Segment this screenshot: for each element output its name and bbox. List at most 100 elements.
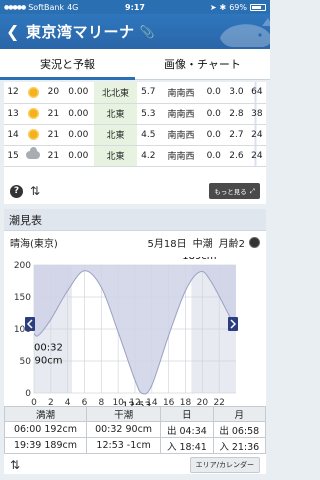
cell-wave-period: 2.8 (225, 103, 248, 125)
tide-table-header: 満潮 (4, 406, 87, 422)
sort-arrows-icon[interactable]: ⇅ (30, 184, 40, 198)
tab-bar: 実況と予報 画像・チャート (0, 49, 270, 80)
cell-wind-direction: 北東 (94, 124, 137, 146)
tide-table-cell: 出 04:34 (160, 421, 214, 438)
tide-table-cell: 19:39 189cm (4, 437, 87, 454)
tide-annotation-level: 189cm (182, 257, 216, 262)
tide-annotation-level: 192cm (67, 257, 101, 260)
cell-wind-direction: 北東 (94, 145, 137, 167)
cell-wave-height: 0.0 (202, 82, 226, 104)
cell-temp: 21 (44, 103, 63, 125)
y-tick-label: 200 (14, 261, 31, 271)
cell-last-value: 24 (247, 145, 266, 167)
y-tick-label: 150 (14, 293, 31, 303)
tide-annotation-time: 00:32 (34, 342, 63, 353)
cell-wind-direction: 北東 (94, 103, 137, 125)
cell-wave-period: 2.6 (225, 145, 248, 167)
forecast-card: 12 20 0.00 北北東 5.7 南南西 0.0 3.0 64 13 21 0.00 北東 5.3 南南… (4, 82, 266, 204)
cell-wave-period: 3.0 (225, 82, 248, 104)
tide-station: 晴海(東京) (10, 238, 58, 250)
tide-phase: 中潮 (192, 238, 213, 250)
cell-wave-direction: 南南西 (159, 82, 203, 104)
cell-weather-icon (22, 145, 45, 167)
more-label: もっと見る (214, 188, 247, 196)
tide-table-cell: 入 21:36 (212, 437, 267, 454)
cell-hour: 14 (4, 124, 23, 146)
tide-chart: 200150100500024681012141618202206:00192c… (14, 257, 238, 411)
tide-table-header: 日 (160, 406, 214, 422)
cell-weather-icon (22, 82, 45, 104)
tide-table-cell: 入 18:41 (160, 437, 214, 454)
paperclip-icon[interactable]: 📎 (140, 25, 155, 39)
forecast-row: 14 21 0.00 北東 4.5 南南西 0.0 2.7 24 (4, 124, 266, 146)
cell-hour: 13 (4, 103, 23, 125)
cell-wave-height: 0.0 (202, 145, 226, 167)
whale-logo-icon (220, 18, 270, 47)
forecast-row: 15 21 0.00 北東 4.2 南南西 0.0 2.6 24 (4, 145, 266, 167)
tide-info-row: 晴海(東京) 5月18日 中潮 月齢2 (4, 231, 266, 253)
sun-icon (26, 128, 40, 141)
status-bar: ●●●●● SoftBank 4G 9:17 ➤ ✱ 69% (0, 0, 270, 14)
forecast-row: 12 20 0.00 北北東 5.7 南南西 0.0 3.0 64 (4, 82, 266, 104)
cell-wind-speed: 4.5 (136, 124, 160, 146)
forecast-table: 12 20 0.00 北北東 5.7 南南西 0.0 3.0 64 13 21 0.00 北東 5.3 南南… (4, 82, 266, 167)
tide-sort-icon[interactable]: ⇅ (10, 458, 20, 472)
tide-table-cell: 00:32 90cm (85, 421, 162, 438)
cell-wave-direction: 南南西 (159, 103, 203, 125)
tide-table-header: 干潮 (85, 406, 162, 422)
cell-precip: 0.00 (62, 82, 95, 104)
tide-date: 5月18日 (147, 238, 187, 250)
app-header: ❮ 東京湾マリーナ 📎 (0, 14, 270, 49)
cell-temp: 20 (44, 82, 63, 104)
cell-precip: 0.00 (62, 103, 95, 125)
cloud-icon (26, 147, 41, 159)
tide-annotation-level: 90cm (34, 355, 62, 366)
chart-prev-button[interactable] (25, 317, 35, 331)
cell-last-value: 38 (247, 103, 266, 125)
help-icon[interactable]: ? (10, 184, 23, 198)
cell-last-value: 64 (247, 82, 266, 104)
tide-table-cell: 06:00 192cm (4, 421, 87, 438)
cell-wind-speed: 4.2 (136, 145, 160, 167)
sun-icon (26, 85, 40, 99)
tide-table: 満潮 干潮日月 06:00 192cm 00:32 90cm 出 04:34 出 06:… (4, 406, 267, 454)
cell-temp: 21 (44, 124, 63, 146)
chart-next-button[interactable] (228, 317, 238, 331)
cell-wave-direction: 南南西 (159, 145, 203, 167)
area-calendar-button[interactable]: エリア/カレンダー (189, 456, 260, 473)
cell-precip: 0.00 (62, 124, 95, 146)
y-tick-label: 50 (20, 357, 32, 367)
cell-temp: 21 (44, 145, 63, 167)
forecast-row: 13 21 0.00 北東 5.3 南南西 0.0 2.8 38 (4, 103, 266, 125)
cell-hour: 12 (4, 82, 23, 104)
tide-card: 潮見表 晴海(東京) 5月18日 中潮 月齢2 200 150 100 50 0 0 2 4 6… (4, 209, 267, 474)
cell-wind-speed: 5.3 (136, 103, 160, 125)
tab-forecast[interactable]: 実況と予報 (0, 49, 135, 80)
cell-wave-height: 0.0 (202, 124, 226, 146)
cell-weather-icon (22, 124, 45, 146)
cell-wave-height: 0.0 (202, 103, 226, 125)
battery-icon (250, 3, 266, 11)
moon-phase-icon (249, 236, 260, 248)
tab-images-charts[interactable]: 画像・チャート (135, 49, 270, 79)
cell-last-value: 24 (247, 124, 266, 146)
tide-section-title: 潮見表 (4, 209, 266, 231)
clock: 9:17 (125, 2, 145, 12)
cell-wave-period: 2.7 (225, 124, 248, 146)
cell-wave-direction: 南南西 (159, 124, 203, 146)
cell-weather-icon (22, 103, 45, 125)
cell-wind-direction: 北北東 (94, 82, 137, 104)
cell-hour: 15 (4, 145, 23, 167)
tide-table-cell: 出 06:58 (212, 421, 267, 438)
sun-icon (26, 107, 40, 120)
cell-precip: 0.00 (62, 145, 95, 167)
expand-icon: ⤢ (249, 186, 255, 195)
tide-table-header: 月 (212, 406, 267, 422)
moon-age: 月齢2 (218, 238, 245, 250)
more-button[interactable]: もっと見る ⤢ (209, 183, 260, 199)
tide-table-row: 19:39 189cm 12:53 -1cm 入 18:41 入 21:36 (4, 437, 267, 454)
tide-table-cell: 12:53 -1cm (85, 437, 162, 454)
back-icon[interactable]: ❮ (6, 22, 20, 41)
page-title: 東京湾マリーナ (26, 23, 135, 41)
cell-wind-speed: 5.7 (136, 82, 160, 104)
